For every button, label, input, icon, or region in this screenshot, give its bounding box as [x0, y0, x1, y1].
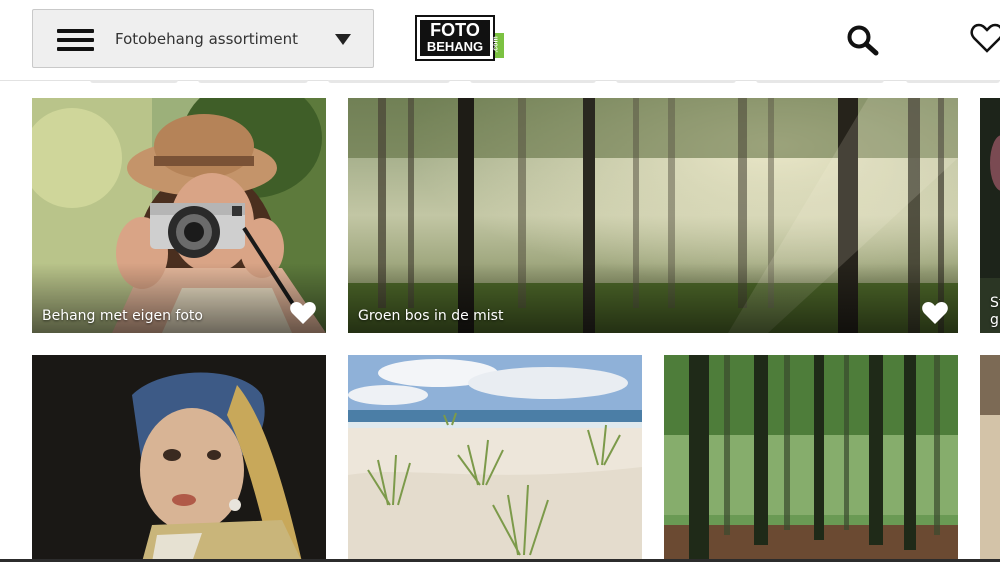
heart-icon[interactable]	[290, 301, 316, 325]
card-image	[348, 355, 642, 562]
card-image	[980, 355, 1000, 562]
filter-strip	[906, 80, 1000, 83]
site-header: Fotobehang assortiment FOTO BEHANG .com	[0, 0, 1000, 81]
category-card[interactable]	[32, 355, 326, 562]
card-caption: St gr	[990, 295, 1000, 328]
chevron-down-icon	[335, 34, 351, 45]
card-caption: Groen bos in de mist	[358, 308, 504, 324]
logo-text-behang: BEHANG	[426, 39, 484, 54]
filter-strip	[328, 80, 450, 83]
hamburger-menu-icon	[57, 29, 94, 51]
card-image	[664, 355, 958, 562]
site-logo[interactable]: FOTO BEHANG .com	[415, 15, 505, 63]
category-card[interactable]	[980, 355, 1000, 562]
category-card[interactable]: St gr	[980, 98, 1000, 333]
assortment-menu-button[interactable]: Fotobehang assortiment	[32, 9, 374, 68]
category-card[interactable]: Groen bos in de mist	[348, 98, 958, 333]
favorites-heart-icon[interactable]	[970, 22, 1000, 54]
heart-icon[interactable]	[922, 301, 948, 325]
assortment-menu-label: Fotobehang assortiment	[115, 30, 299, 48]
filter-strip	[756, 80, 884, 83]
logo-text-com: .com	[492, 36, 500, 53]
category-card[interactable]	[664, 355, 958, 562]
filter-strip	[90, 80, 178, 83]
category-card[interactable]	[348, 355, 642, 562]
category-card[interactable]: Behang met eigen foto	[32, 98, 326, 333]
filter-strip	[616, 80, 736, 83]
search-icon[interactable]	[846, 24, 880, 56]
card-caption: Behang met eigen foto	[42, 308, 203, 324]
filter-strip	[470, 80, 596, 83]
logo-text-foto: FOTO	[430, 20, 480, 40]
filter-strip	[198, 80, 308, 83]
card-image	[32, 355, 326, 562]
